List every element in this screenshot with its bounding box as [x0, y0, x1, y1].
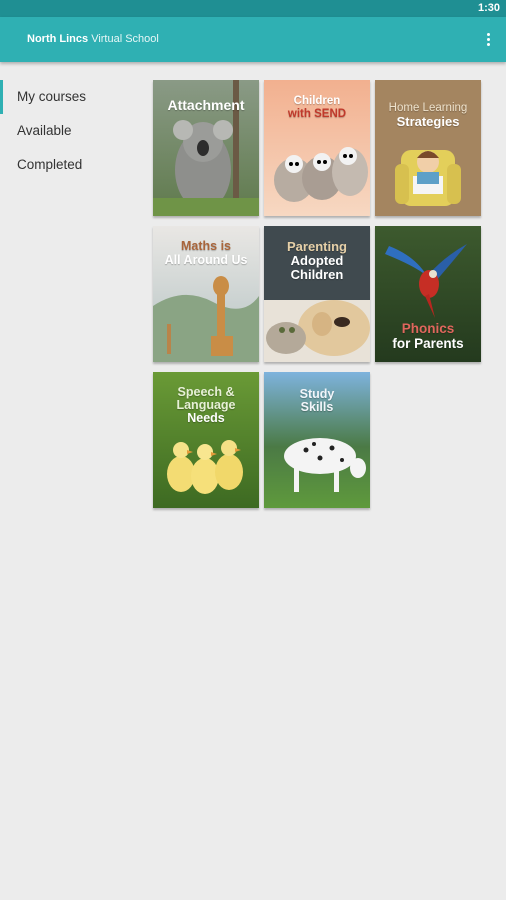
course-title-line1: Parenting — [287, 239, 347, 254]
status-bar: 1:30 — [0, 0, 506, 17]
course-tile-parenting-adopted-children[interactable]: Parenting Adopted Children — [264, 226, 370, 362]
app-title-bold: North Lincs — [27, 33, 89, 45]
more-vertical-icon[interactable] — [484, 33, 492, 46]
course-title-line3: Needs — [187, 411, 225, 425]
course-tile-children-with-send[interactable]: Children with SEND — [264, 80, 370, 216]
course-tile-study-skills[interactable]: Study Skills — [264, 372, 370, 508]
course-title-line2: All Around Us — [164, 253, 248, 267]
child-reading-image — [375, 80, 481, 216]
course-title-line2: Adopted — [290, 253, 344, 268]
course-title-line1: Children — [293, 95, 341, 107]
course-title-line2: with SEND — [287, 108, 347, 120]
course-title-line2: Skills — [300, 400, 334, 414]
course-tile-attachment[interactable]: Attachment — [153, 80, 259, 216]
course-title-line1: Maths is — [180, 239, 231, 253]
course-title-line1: Home Learning — [388, 102, 468, 114]
course-title-line3: Children — [290, 267, 344, 282]
sidebar-item-my-courses[interactable]: My courses — [0, 80, 140, 114]
sidebar-item-available[interactable]: Available — [0, 114, 140, 148]
course-tile-maths-is-all-around-us[interactable]: Maths is All Around Us — [153, 226, 259, 362]
course-title-line1: Attachment — [167, 97, 245, 113]
course-tile-home-learning-strategies[interactable]: Home Learning Strategies — [375, 80, 481, 216]
course-title-line2: for Parents — [392, 336, 464, 351]
app-bar: North Lincs Virtual School — [0, 17, 506, 62]
course-title-line1: Phonics — [401, 321, 455, 336]
status-time: 1:30 — [477, 2, 500, 14]
course-tile-speech-language-needs[interactable]: Speech & Language Needs — [153, 372, 259, 508]
app-title: North Lincs Virtual School — [27, 33, 159, 45]
course-tile-phonics-for-parents[interactable]: Phonics for Parents — [375, 226, 481, 362]
app-title-light: Virtual School — [91, 33, 159, 45]
sidebar-item-completed[interactable]: Completed — [0, 148, 140, 182]
sidebar: My courses Available Completed — [0, 80, 140, 182]
course-title-line2: Strategies — [396, 114, 460, 129]
